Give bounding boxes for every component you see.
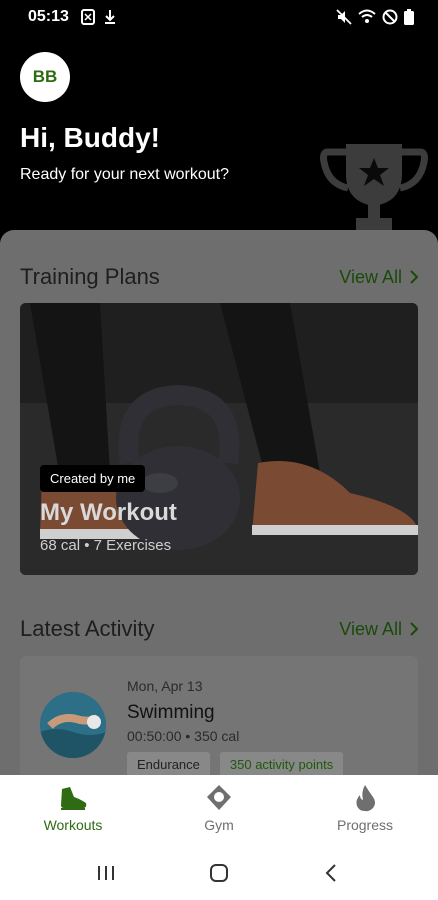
nav-workouts[interactable]: Workouts — [0, 775, 146, 845]
do-not-disturb-icon — [382, 9, 398, 25]
latest-activity-view-all[interactable]: View All — [339, 619, 420, 640]
back-icon[interactable] — [320, 861, 344, 885]
view-all-label: View All — [339, 266, 402, 287]
plan-badge: Created by me — [40, 465, 146, 492]
activity-name: Swimming — [127, 702, 215, 723]
activity-meta: 00:50:00 • 350 cal — [127, 728, 240, 744]
mute-icon — [336, 9, 352, 25]
chevron-right-icon — [410, 622, 419, 636]
recent-apps-icon[interactable] — [94, 861, 118, 885]
nav-gym-label: Gym — [204, 817, 234, 833]
plan-meta: 68 cal • 7 Exercises — [40, 537, 172, 554]
workout-photo — [20, 303, 418, 575]
latest-activity-title: Latest Activity — [20, 616, 155, 641]
latest-activity-header: Latest Activity View All — [20, 616, 420, 642]
activity-tags: Endurance 350 activity points — [127, 752, 344, 775]
battery-icon — [404, 9, 414, 25]
swimming-thumbnail — [40, 692, 106, 758]
home-content: Training Plans View All Created by me My… — [0, 230, 438, 775]
activity-date: Mon, Apr 13 — [127, 678, 203, 694]
location-pin-icon — [207, 785, 231, 810]
tag-activity-points: 350 activity points — [219, 752, 344, 775]
wifi-icon — [358, 9, 376, 23]
training-plans-view-all[interactable]: View All — [339, 267, 420, 288]
greeting-subtitle: Ready for your next workout? — [20, 166, 229, 183]
home-header: BB Hi, Buddy! Ready for your next workou… — [0, 34, 438, 234]
nav-gym[interactable]: Gym — [146, 775, 292, 845]
chevron-right-icon — [410, 270, 419, 284]
bottom-nav: Workouts Gym Progress — [0, 775, 438, 845]
system-nav-bar — [0, 845, 438, 900]
status-bar: 05:13 — [0, 0, 438, 34]
tag-endurance: Endurance — [127, 752, 210, 775]
view-all-label: View All — [339, 618, 402, 639]
plan-name: My Workout — [40, 499, 177, 526]
training-plans-title: Training Plans — [20, 264, 160, 289]
activity-card[interactable]: Mon, Apr 13 Swimming 00:50:00 • 350 cal … — [20, 656, 418, 775]
nfc-icon — [80, 9, 95, 25]
shoe-icon — [61, 787, 87, 810]
training-plan-card[interactable]: Created by me My Workout 68 cal • 7 Exer… — [20, 303, 418, 575]
flame-icon — [356, 785, 375, 812]
nav-progress[interactable]: Progress — [292, 775, 438, 845]
avatar[interactable]: BB — [20, 52, 70, 102]
status-time: 05:13 — [28, 8, 69, 25]
trophy-icon — [320, 144, 428, 234]
download-icon — [104, 10, 115, 24]
greeting-title: Hi, Buddy! — [20, 122, 160, 153]
home-icon[interactable] — [207, 861, 231, 885]
nav-progress-label: Progress — [336, 817, 394, 833]
training-plans-header: Training Plans View All — [20, 264, 420, 290]
nav-workouts-label: Workouts — [43, 817, 103, 833]
